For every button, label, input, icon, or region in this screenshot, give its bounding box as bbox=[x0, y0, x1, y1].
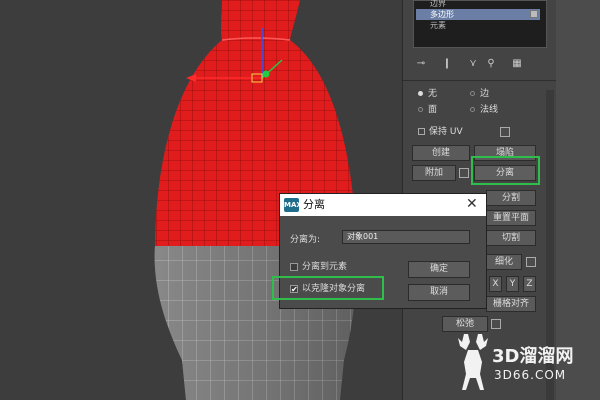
radio-normal[interactable]: 法线 bbox=[470, 104, 498, 116]
keep-uv-checkbox[interactable]: 保持 UV bbox=[418, 126, 463, 138]
radio-edge[interactable]: 边 bbox=[470, 88, 489, 100]
ok-button[interactable]: 确定 bbox=[408, 261, 470, 278]
checkbox-icon bbox=[290, 262, 298, 271]
watermark-domain: 3D66.COM bbox=[494, 368, 567, 382]
list-item-label: 多边形 bbox=[430, 10, 454, 19]
dialog-titlebar[interactable]: MAX 分离 ✕ bbox=[280, 194, 486, 216]
attach-settings-icon[interactable] bbox=[459, 168, 469, 178]
radio-dot-icon bbox=[418, 91, 423, 96]
slice-button[interactable]: 分割 bbox=[486, 190, 536, 206]
detach-as-label: 分离为: bbox=[290, 235, 321, 245]
create-button[interactable]: 创建 bbox=[412, 145, 470, 161]
modifier-toolbar: ⊸ ❙ ⋎ ⚲ ▦ bbox=[413, 56, 553, 74]
settings-square-icon[interactable] bbox=[500, 127, 510, 137]
cancel-button[interactable]: 取消 bbox=[408, 284, 470, 301]
deer-logo-icon bbox=[458, 334, 488, 390]
watermark: 3D溜溜网 3D66.COM bbox=[446, 318, 600, 400]
checkbox-icon[interactable] bbox=[530, 10, 538, 18]
highlight-detach bbox=[471, 156, 540, 185]
show-end-result-icon[interactable]: ❙ bbox=[439, 56, 455, 72]
pin-stack-icon[interactable]: ⊸ bbox=[413, 56, 429, 72]
reset-plane-button[interactable]: 重置平面 bbox=[486, 210, 536, 226]
close-icon[interactable]: ✕ bbox=[466, 196, 478, 212]
axis-x-button[interactable]: X bbox=[489, 276, 502, 292]
checkbox-icon bbox=[418, 128, 425, 135]
list-item-border[interactable]: 边界 bbox=[420, 0, 446, 9]
radio-face[interactable]: 面 bbox=[418, 104, 437, 116]
axis-y-button[interactable]: Y bbox=[506, 276, 519, 292]
app-icon: MAX bbox=[284, 198, 302, 212]
cut-button[interactable]: 切割 bbox=[486, 230, 536, 246]
selection-level-list[interactable]: 边界 多边形 元素 bbox=[413, 0, 547, 48]
detach-as-input[interactable]: 对象001 bbox=[342, 230, 470, 244]
radio-dot-icon bbox=[470, 107, 475, 112]
list-item-element[interactable]: 元素 bbox=[420, 20, 446, 31]
refine-settings-icon[interactable] bbox=[526, 257, 536, 267]
highlight-clone-option bbox=[272, 276, 384, 300]
watermark-brand: 3D溜溜网 bbox=[492, 346, 574, 367]
remove-modifier-icon[interactable]: ⚲ bbox=[483, 56, 499, 72]
axis-z-button[interactable]: Z bbox=[523, 276, 536, 292]
radio-dot-icon bbox=[470, 91, 475, 96]
list-item-polygon[interactable]: 多边形 bbox=[416, 9, 540, 20]
detach-to-element-checkbox[interactable]: 分离到元素 bbox=[290, 261, 347, 273]
grid-align-button[interactable]: 栅格对齐 bbox=[486, 296, 536, 312]
attach-button[interactable]: 附加 bbox=[412, 165, 456, 181]
radio-dot-icon bbox=[418, 107, 423, 112]
radio-none[interactable]: 无 bbox=[418, 88, 437, 100]
refine-button[interactable]: 细化 bbox=[486, 254, 522, 270]
make-unique-icon[interactable]: ⋎ bbox=[465, 56, 481, 72]
configure-sets-icon[interactable]: ▦ bbox=[509, 56, 525, 72]
dialog-title: 分离 bbox=[303, 198, 325, 211]
